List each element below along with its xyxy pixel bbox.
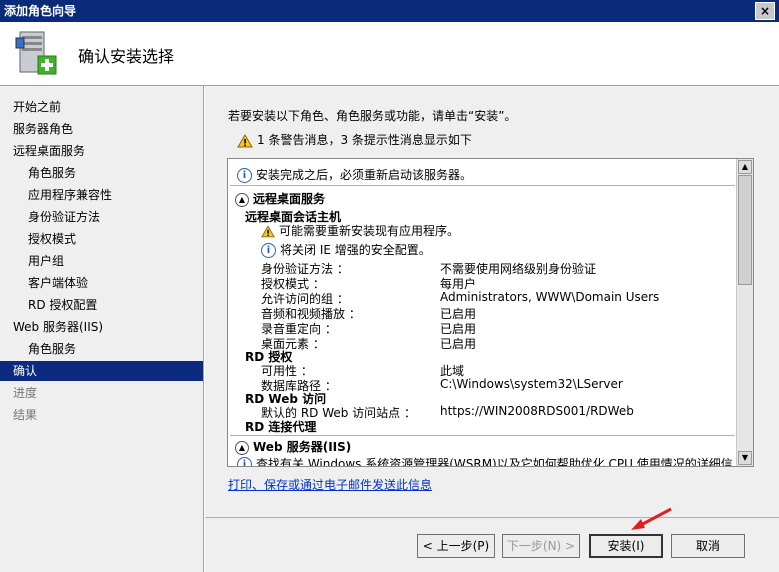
cancel-button[interactable]: 取消 <box>671 534 745 558</box>
property-value: Administrators, WWW\Domain Users <box>440 290 660 304</box>
sidebar-step[interactable]: 进度 <box>0 383 203 403</box>
window-titlebar: 添加角色向导 × <box>0 0 779 22</box>
sidebar-step[interactable]: 结果 <box>0 405 203 425</box>
details-scrollbar[interactable]: ▲ ▼ <box>736 159 753 466</box>
warning-summary: 1 条警告消息，3 条提示性消息显示如下 <box>237 131 472 148</box>
iis-info-line: i 查找有关 Windows 系统资源管理器(WSRM)以及它如何帮助优化 CPU… <box>237 455 733 467</box>
page-title: 确认安装选择 <box>78 47 175 66</box>
rdsh-warning-line: 可能需要重新安装现有应用程序。 <box>261 222 459 239</box>
info-icon: i <box>237 168 252 183</box>
next-button[interactable]: 下一步(N) > <box>502 534 580 558</box>
server-role-icon <box>15 31 57 75</box>
info-icon: i <box>237 457 252 466</box>
iis-info-text: 查找有关 Windows 系统资源管理器(WSRM)以及它如何帮助优化 CPU … <box>256 457 733 467</box>
sidebar-step[interactable]: 应用程序兼容性 <box>0 185 203 205</box>
section-rds-title: 远程桌面服务 <box>253 192 326 206</box>
sidebar-step[interactable]: 确认 <box>0 361 203 381</box>
restart-info-line: i 安装完成之后，必须重新启动该服务器。 <box>237 166 472 183</box>
sidebar-step[interactable]: 身份验证方法 <box>0 207 203 227</box>
annotation-arrow-icon <box>631 507 672 530</box>
window-title: 添加角色向导 <box>4 4 77 18</box>
sidebar-step[interactable]: 角色服务 <box>0 339 203 359</box>
sidebar-step[interactable]: 开始之前 <box>0 97 203 117</box>
sidebar-step[interactable]: RD 授权配置 <box>0 295 203 315</box>
info-icon: i <box>261 243 276 258</box>
property-value: https://WIN2008RDS001/RDWeb <box>440 404 634 418</box>
details-box[interactable]: i 安装完成之后，必须重新启动该服务器。 ▲ 远程桌面服务 远程桌面会话主机 可能需… <box>227 158 754 467</box>
property-value: C:\Windows\system32\LServer <box>440 377 623 391</box>
section-iis-title: Web 服务器(IIS) <box>253 440 352 454</box>
sidebar-step[interactable]: 授权模式 <box>0 229 203 249</box>
rdsh-info-line: i 将关闭 IE 增强的安全配置。 <box>261 241 431 258</box>
warning-icon <box>237 133 253 147</box>
restart-info-text: 安装完成之后，必须重新启动该服务器。 <box>256 168 473 182</box>
property-value: 已启用 <box>440 337 477 351</box>
scroll-thumb[interactable] <box>738 175 752 285</box>
main-panel: 若要安装以下角色、角色服务或功能，请单击“安装”。 1 条警告消息，3 条提示性… <box>205 86 779 572</box>
print-save-email-link[interactable]: 打印、保存或通过电子邮件发送此信息 <box>228 476 432 493</box>
rd-gateway-title: RD 连接代理 <box>245 420 317 434</box>
divider <box>230 185 735 186</box>
footer-divider <box>205 517 779 518</box>
intro-text: 若要安装以下角色、角色服务或功能，请单击“安装”。 <box>228 109 517 123</box>
section-iis[interactable]: ▲ Web 服务器(IIS) <box>235 438 351 455</box>
scroll-up-icon[interactable]: ▲ <box>738 160 752 174</box>
wizard-steps-sidebar: 开始之前 服务器角色 远程桌面服务 角色服务 应用程序兼容性 身份验证方法 授权模式 用户组客… <box>0 86 204 572</box>
section-rds[interactable]: ▲ 远程桌面服务 <box>235 190 325 207</box>
divider <box>230 435 735 436</box>
rdsh-info-text: 将关闭 IE 增强的安全配置。 <box>280 243 431 257</box>
wizard-header: 确认安装选择 <box>0 22 779 86</box>
rdsh-warning-text: 可能需要重新安装现有应用程序。 <box>279 224 460 238</box>
scroll-down-icon[interactable]: ▼ <box>738 451 752 465</box>
install-button[interactable]: 安装(I) <box>589 534 663 558</box>
close-button[interactable]: × <box>755 2 775 20</box>
sidebar-step[interactable]: 远程桌面服务 <box>0 141 203 161</box>
warning-icon <box>261 225 275 238</box>
sidebar-step[interactable]: 客户端体验 <box>0 273 203 293</box>
collapse-icon[interactable]: ▲ <box>235 440 249 455</box>
sidebar-step[interactable]: Web 服务器(IIS) <box>0 317 203 337</box>
sidebar-step[interactable]: 用户组 <box>0 251 203 271</box>
previous-button[interactable]: < 上一步(P) <box>417 534 495 558</box>
warning-summary-text: 1 条警告消息，3 条提示性消息显示如下 <box>257 133 472 147</box>
sidebar-step[interactable]: 服务器角色 <box>0 119 203 139</box>
sidebar-step[interactable]: 角色服务 <box>0 163 203 183</box>
collapse-icon[interactable]: ▲ <box>235 192 249 207</box>
